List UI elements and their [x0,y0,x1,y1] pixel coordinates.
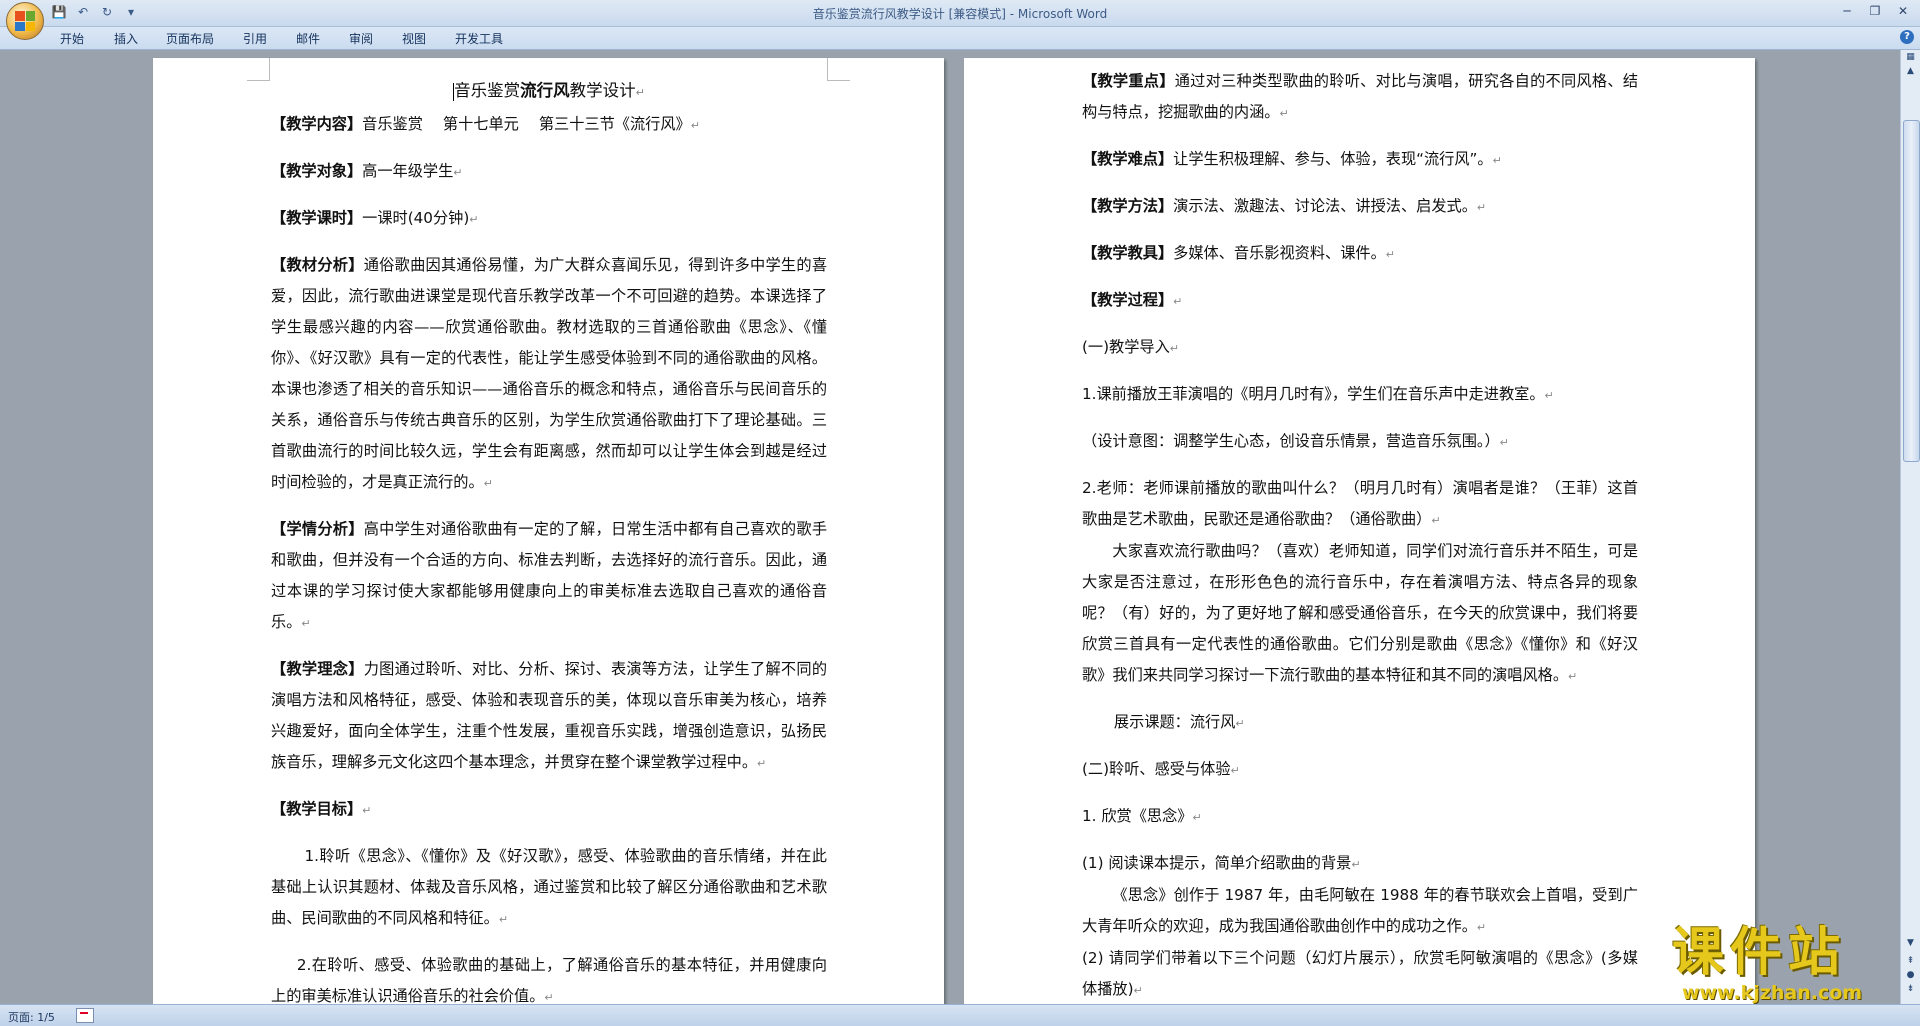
paragraph-read-background: (1) 阅读课本提示，简单介绍歌曲的背景↵ [1082,854,1361,872]
title-part: 音乐鉴赏 [454,81,521,100]
paragraph-text: 1.聆听《思念》、《懂你》及《好汉歌》，感受、体验歌曲的音乐情绪，并在此基础上认… [271,847,827,927]
section-label: 【教学理念】 [271,660,364,678]
section-label: 【教学对象】 [271,162,363,180]
window-title: 音乐鉴赏流行风教学设计 [兼容模式] - Microsoft Word [812,7,1108,21]
help-icon[interactable]: ? [1900,30,1914,44]
margin-corner-mark [827,58,850,81]
paragraph-text: 音乐鉴赏 第十七单元 第三十三节《流行风》 [362,115,691,133]
paragraph-text: 演示法、激趣法、讨论法、讲授法、启发式。 [1173,197,1477,215]
office-logo-icon [15,11,35,31]
paragraph-text: 一课时(40分钟) [362,209,470,227]
watermark-title: 课件站 [1672,923,1847,983]
paragraph-text: (二)聆听、感受与体验 [1082,760,1231,778]
paragraph-key-points: 【教学重点】通过对三种类型歌曲的聆听、对比与演唱，研究各自的不同风格、结构与特点… [1082,72,1639,121]
minimize-button[interactable]: ─ [1834,2,1860,20]
proofing-status-icon[interactable] [76,1008,94,1023]
section-label: 【教学教具】 [1082,244,1174,262]
page-2-content: 【教学重点】通过对三种类型歌曲的聆听、对比与演唱，研究各自的不同风格、结构与特点… [1082,66,1638,1004]
paragraph-text: 多媒体、音乐影视资料、课件。 [1173,244,1386,262]
section-label: 【教学重点】 [1082,72,1175,90]
title-part: 教学设计 [569,81,636,100]
section-label: 【学情分析】 [271,520,364,538]
title-bar: 💾 ↶ ↻ ▾ 音乐鉴赏流行风教学设计 [兼容模式] - Microsoft W… [0,0,1920,27]
scroll-up-arrow-icon[interactable]: ▲ [1903,66,1918,80]
paragraph-teaching-philosophy: 【教学理念】力图通过聆听、对比、分析、探讨、表演等方法，让学生了解不同的演唱方法… [271,660,828,771]
paragraph-intro-heading: (一)教学导入↵ [1082,338,1180,356]
page-1-content: 音乐鉴赏流行风教学设计↵ 【教学内容】音乐鉴赏 第十七单元 第三十三节《流行风》… [271,74,827,1004]
document-page-2[interactable]: 【教学重点】通过对三种类型歌曲的聆听、对比与演唱，研究各自的不同风格、结构与特点… [964,58,1755,1004]
tab-insert[interactable]: 插入 [114,30,138,47]
paragraph-material-analysis: 【教材分析】通俗歌曲因其通俗易懂，为广大群众喜闻乐见，得到许多中学生的喜爱，因此… [271,256,828,491]
paragraph-appreciate-1: 1. 欣赏《思念》↵ [1082,807,1202,825]
paragraph-listen-questions: (2) 请同学们带着以下三个问题（幻灯片展示），欣赏毛阿敏演唱的《思念》(多媒体… [1082,949,1638,998]
paragraph-design-intent: （设计意图：调整学生心态，创设音乐情景，营造音乐氛围。）↵ [1082,432,1509,450]
tab-page-layout[interactable]: 页面布局 [166,30,214,47]
close-button[interactable]: ✕ [1890,2,1916,20]
watermark-logo: 课件站 www.kjzhan.com [1672,924,1918,1004]
title-part-bold: 流行风 [520,81,570,100]
paragraph-methods: 【教学方法】演示法、激趣法、讨论法、讲授法、启发式。↵ [1082,197,1487,215]
page-indicator[interactable]: 页面: 1/5 [8,1009,55,1025]
paragraph-text: （设计意图：调整学生心态，创设音乐情景，营造音乐氛围。） [1082,432,1500,450]
paragraph-text: 让学生积极理解、参与、体验，表现“流行风”。 [1173,150,1493,168]
section-label: 【教学难点】 [1082,150,1174,168]
paragraph-text: 1. 欣赏《思念》 [1082,807,1193,825]
paragraph-difficulties: 【教学难点】让学生积极理解、参与、体验，表现“流行风”。↵ [1082,150,1502,168]
tab-developer[interactable]: 开发工具 [455,30,503,47]
paragraph-text: 大家喜欢流行歌曲吗？（喜欢）老师知道，同学们对流行音乐并不陌生，可是大家是否注意… [1082,542,1638,684]
paragraph-text: 1.课前播放王菲演唱的《明月几时有》，学生们在音乐声中走进教室。 [1082,385,1545,403]
paragraph-text: 2.老师：老师课前播放的歌曲叫什么？（明月几时有）演唱者是谁？（王菲）这首歌曲是… [1082,479,1638,528]
paragraph-listening-heading: (二)聆听、感受与体验↵ [1082,760,1240,778]
tab-view[interactable]: 视图 [402,30,426,47]
paragraph-text: (一)教学导入 [1082,338,1170,356]
margin-corner-mark [247,58,270,81]
paragraph-show-topic: 展示课题：流行风↵ [1113,713,1245,731]
status-bar: 页面: 1/5 [0,1004,1920,1026]
section-label: 【教学内容】 [271,115,363,133]
vertical-scrollbar[interactable]: ▦ ▲ ▼ ⇞ ● ⇟ [1900,50,1920,1004]
ruler-toggle-icon[interactable]: ▦ [1904,52,1917,64]
paragraph-audience: 【教学对象】高一年级学生↵ [271,162,463,180]
section-label: 【教学过程】 [1082,291,1174,309]
paragraph-text: 《思念》创作于 1987 年，由毛阿敏在 1988 年的春节联欢会上首唱，受到广… [1082,886,1638,935]
paragraph-process-heading: 【教学过程】↵ [1082,291,1183,309]
paragraph-student-analysis: 【学情分析】高中学生对通俗歌曲有一定的了解，日常生活中都有自己喜欢的歌手和歌曲，… [271,520,828,631]
watermark-url: www.kjzhan.com [1682,982,1863,1004]
tab-references[interactable]: 引用 [243,30,267,47]
scrollbar-thumb[interactable] [1903,120,1920,462]
paragraph-objective-2: 2.在聆听、感受、体验歌曲的基础上，了解通俗音乐的基本特征，并用健康向上的审美标… [271,956,827,1004]
document-page-1[interactable]: 音乐鉴赏流行风教学设计↵ 【教学内容】音乐鉴赏 第十七单元 第三十三节《流行风》… [153,58,944,1004]
office-button[interactable] [6,2,44,40]
paragraph-text: 通俗歌曲因其通俗易懂，为广大群众喜闻乐见，得到许多中学生的喜爱，因此，流行歌曲进… [271,256,828,491]
section-label: 【教学课时】 [271,209,363,227]
paragraph-tools: 【教学教具】多媒体、音乐影视资料、课件。↵ [1082,244,1395,262]
paragraph-text: 高一年级学生 [362,162,454,180]
document-area: 音乐鉴赏流行风教学设计↵ 【教学内容】音乐鉴赏 第十七单元 第三十三节《流行风》… [0,50,1900,1004]
paragraph-step-1: 1.课前播放王菲演唱的《明月几时有》，学生们在音乐声中走进教室。↵ [1082,385,1554,403]
tab-home[interactable]: 开始 [60,30,84,47]
paragraph-objectives-heading: 【教学目标】↵ [271,800,372,818]
restore-button[interactable]: ❐ [1862,2,1888,20]
paragraph-text: (1) 阅读课本提示，简单介绍歌曲的背景 [1082,854,1352,872]
ribbon-tabs: 开始 插入 页面布局 引用 邮件 审阅 视图 开发工具 ? [0,27,1920,50]
window-controls: ─ ❐ ✕ [1834,2,1916,20]
section-label: 【教材分析】 [271,256,364,274]
paragraph-step-2: 2.老师：老师课前播放的歌曲叫什么？（明月几时有）演唱者是谁？（王菲）这首歌曲是… [1082,479,1638,528]
paragraph-text: (2) 请同学们带着以下三个问题（幻灯片展示），欣赏毛阿敏演唱的《思念》(多媒体… [1082,949,1638,998]
tab-mailings[interactable]: 邮件 [296,30,320,47]
tab-review[interactable]: 审阅 [349,30,373,47]
section-label: 【教学方法】 [1082,197,1174,215]
document-title: 音乐鉴赏流行风教学设计↵ [453,81,645,101]
paragraph-objective-1: 1.聆听《思念》、《懂你》及《好汉歌》，感受、体验歌曲的音乐情绪，并在此基础上认… [271,847,827,927]
paragraph-discussion: 大家喜欢流行歌曲吗？（喜欢）老师知道，同学们对流行音乐并不陌生，可是大家是否注意… [1082,542,1638,684]
section-label: 【教学目标】 [271,800,363,818]
paragraph-text: 展示课题：流行风 [1113,713,1236,731]
paragraph-content: 【教学内容】音乐鉴赏 第十七单元 第三十三节《流行风》↵ [271,115,700,133]
paragraph-duration: 【教学课时】一课时(40分钟)↵ [271,209,479,227]
paragraph-song-history: 《思念》创作于 1987 年，由毛阿敏在 1988 年的春节联欢会上首唱，受到广… [1082,886,1638,935]
